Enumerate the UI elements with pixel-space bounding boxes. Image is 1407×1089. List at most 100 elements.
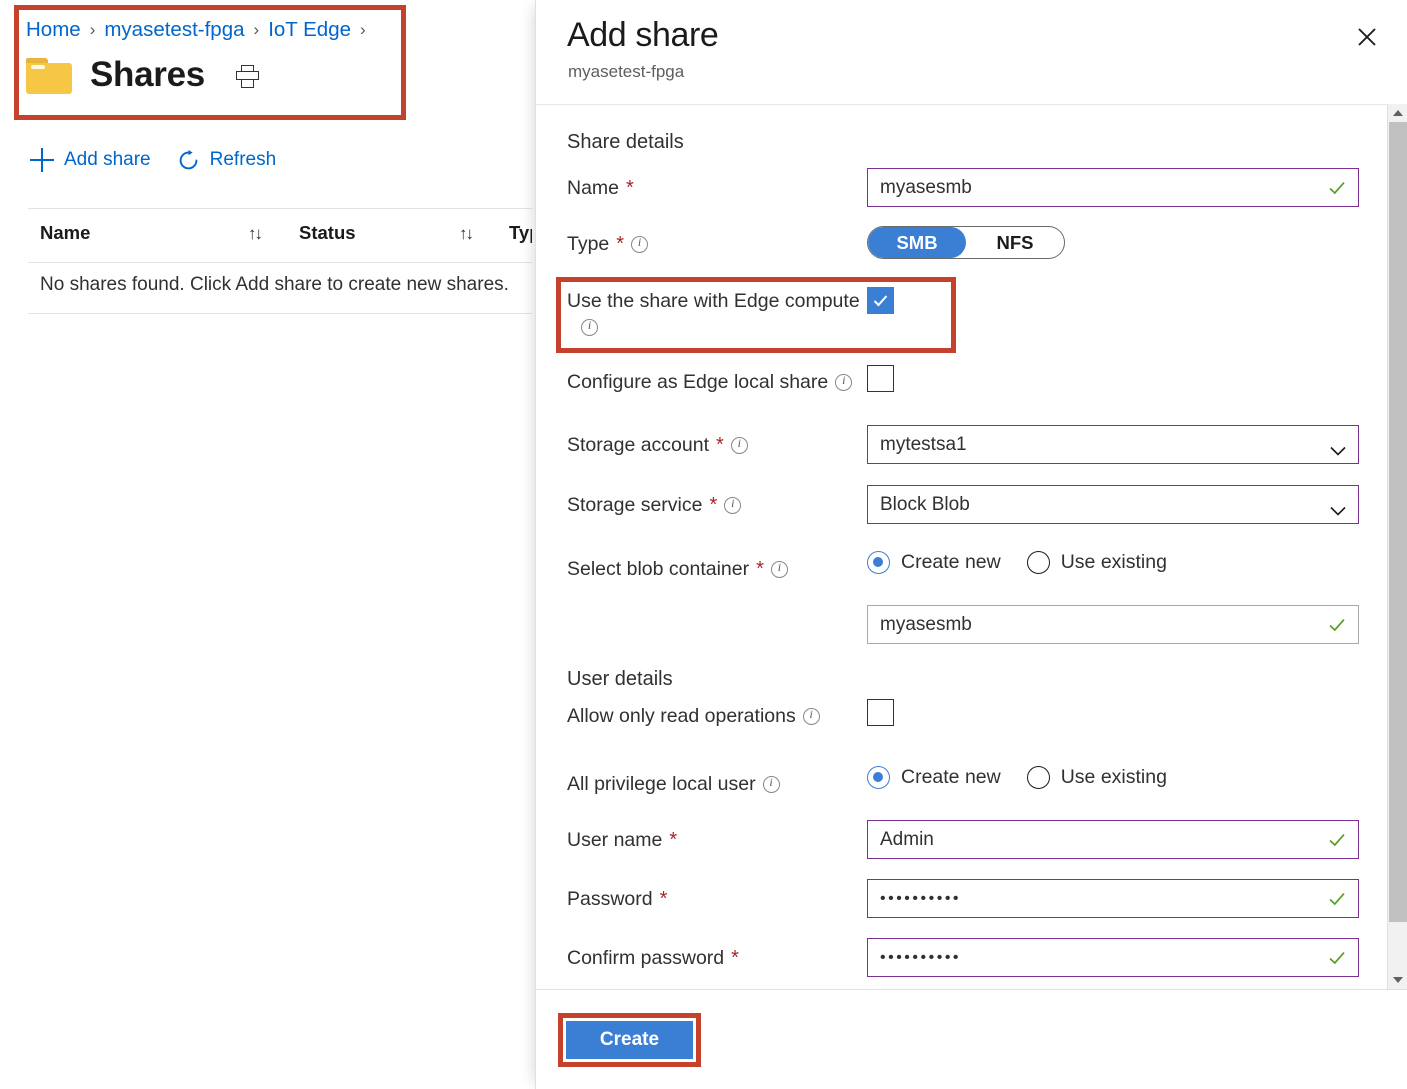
sort-ascending-descending-icon[interactable]: ↑↓ [248, 224, 261, 244]
blob-container-radio-use-existing[interactable]: Use existing [1027, 551, 1167, 574]
radio-label: Create new [901, 551, 1001, 574]
info-icon[interactable] [731, 437, 748, 454]
screenshot-root: Home › myasetest-fpga › IoT Edge › Share… [0, 0, 1407, 1089]
checkmark-icon [1328, 179, 1346, 197]
checkmark-icon [1328, 890, 1346, 908]
required-marker: * [731, 948, 739, 968]
checkmark-icon [1328, 616, 1346, 634]
info-icon[interactable] [763, 776, 780, 793]
label-name: Name * [567, 177, 634, 200]
sort-ascending-descending-icon[interactable]: ↑↓ [459, 224, 472, 244]
type-option-nfs[interactable]: NFS [966, 227, 1064, 258]
required-marker: * [709, 495, 717, 515]
breadcrumb-separator: › [254, 20, 260, 40]
user-name-value: Admin [880, 829, 1328, 851]
field-row-read-only: Allow only read operations [536, 697, 1374, 737]
label-edge-local-share: Configure as Edge local share [567, 371, 852, 394]
label-privilege-user: All privilege local user [567, 773, 780, 796]
blob-container-name-input[interactable]: myasesmb [867, 605, 1359, 644]
scrollbar-thumb[interactable] [1389, 122, 1407, 922]
blob-container-radiogroup: Create new Use existing [867, 551, 1167, 574]
confirm-password-value: •••••••••• [880, 949, 1328, 967]
create-button[interactable]: Create [566, 1021, 693, 1059]
table-header-rule [28, 262, 532, 263]
radio-control[interactable] [867, 551, 890, 574]
blade-header: Add share myasetest-fpga [536, 0, 1407, 104]
section-title-share-details: Share details [567, 131, 684, 154]
storage-account-dropdown[interactable]: mytestsa1 [867, 425, 1359, 464]
page-title: Shares [90, 55, 205, 95]
field-row-blob-container: Select blob container * Create new [536, 545, 1374, 585]
info-icon[interactable] [803, 708, 820, 725]
radio-control[interactable] [867, 766, 890, 789]
refresh-button[interactable]: Refresh [177, 149, 277, 172]
confirm-password-input[interactable]: •••••••••• [867, 938, 1359, 977]
edge-local-share-checkbox[interactable] [867, 365, 894, 392]
add-share-button[interactable]: Add share [30, 148, 151, 172]
type-option-smb[interactable]: SMB [868, 227, 966, 258]
password-input[interactable]: •••••••••• [867, 879, 1359, 918]
chevron-down-icon [1330, 500, 1346, 510]
radio-label: Use existing [1061, 551, 1167, 574]
info-icon[interactable] [724, 497, 741, 514]
printer-icon[interactable] [235, 65, 261, 91]
blade-subtitle: myasetest-fpga [568, 62, 684, 82]
add-share-label: Add share [64, 149, 151, 171]
column-header-name[interactable]: Name [40, 222, 90, 244]
info-icon[interactable] [631, 236, 648, 253]
chevron-down-icon [1330, 440, 1346, 450]
edge-compute-checkbox[interactable] [867, 287, 894, 314]
type-toggle[interactable]: SMB NFS [867, 226, 1065, 259]
scroll-down-arrow-icon[interactable] [1388, 971, 1407, 989]
read-only-checkbox[interactable] [867, 699, 894, 726]
blob-container-radio-create-new[interactable]: Create new [867, 551, 1001, 574]
storage-service-dropdown[interactable]: Block Blob [867, 485, 1359, 524]
privilege-user-radio-use-existing[interactable]: Use existing [1027, 766, 1167, 789]
field-row-edge-compute: Use the share with Edge compute [536, 271, 1374, 351]
breadcrumb-item-home[interactable]: Home [26, 18, 81, 42]
blade-scrollbar[interactable] [1387, 104, 1407, 989]
plus-icon [30, 148, 54, 172]
radio-label: Create new [901, 766, 1001, 789]
breadcrumb-item-iot-edge[interactable]: IoT Edge [268, 18, 351, 42]
shares-list-panel: Home › myasetest-fpga › IoT Edge › Share… [0, 0, 532, 1089]
field-row-blob-container-name: myasesmb [536, 605, 1374, 647]
section-title-user-details: User details [567, 668, 673, 691]
info-icon[interactable] [771, 561, 788, 578]
label-edge-compute: Use the share with Edge compute [567, 290, 860, 336]
checkbox-control[interactable] [867, 699, 894, 726]
required-marker: * [669, 830, 677, 850]
shares-table-header: Name ↑↓ Status ↑↓ Typ [40, 222, 532, 252]
table-row-rule [28, 313, 532, 314]
column-header-status[interactable]: Status [299, 222, 356, 244]
field-row-user-name: User name * Admin [536, 820, 1374, 862]
breadcrumb-item-device[interactable]: myasetest-fpga [104, 18, 244, 42]
empty-state-message: No shares found. Click Add share to crea… [40, 274, 532, 310]
blob-container-name-value: myasesmb [880, 614, 1328, 636]
info-icon[interactable] [835, 374, 852, 391]
radio-control[interactable] [1027, 551, 1050, 574]
user-name-input[interactable]: Admin [867, 820, 1359, 859]
storage-account-value: mytestsa1 [880, 434, 1330, 456]
blade-footer: Create [536, 989, 1407, 1089]
field-row-privilege-user: All privilege local user Create new Use … [536, 760, 1374, 800]
breadcrumb: Home › myasetest-fpga › IoT Edge › [26, 18, 366, 42]
scroll-up-arrow-icon[interactable] [1388, 104, 1407, 122]
refresh-icon [177, 149, 200, 172]
refresh-label: Refresh [210, 149, 277, 171]
close-icon[interactable] [1351, 21, 1383, 53]
label-storage-service: Storage service * [567, 494, 741, 517]
info-icon[interactable] [581, 319, 598, 336]
field-row-name: Name * myasesmb [536, 168, 1374, 210]
privilege-user-radio-create-new[interactable]: Create new [867, 766, 1001, 789]
checkbox-control[interactable] [867, 365, 894, 392]
checkbox-control[interactable] [867, 287, 894, 314]
column-header-type[interactable]: Typ [509, 222, 532, 244]
shares-toolbar: Add share Refresh [30, 148, 276, 172]
add-share-blade: Add share myasetest-fpga Share details N… [535, 0, 1407, 1089]
field-row-type: Type * SMB NFS [536, 225, 1374, 265]
privilege-user-radiogroup: Create new Use existing [867, 766, 1167, 789]
radio-control[interactable] [1027, 766, 1050, 789]
name-input[interactable]: myasesmb [867, 168, 1359, 207]
blade-title: Add share [567, 16, 718, 55]
